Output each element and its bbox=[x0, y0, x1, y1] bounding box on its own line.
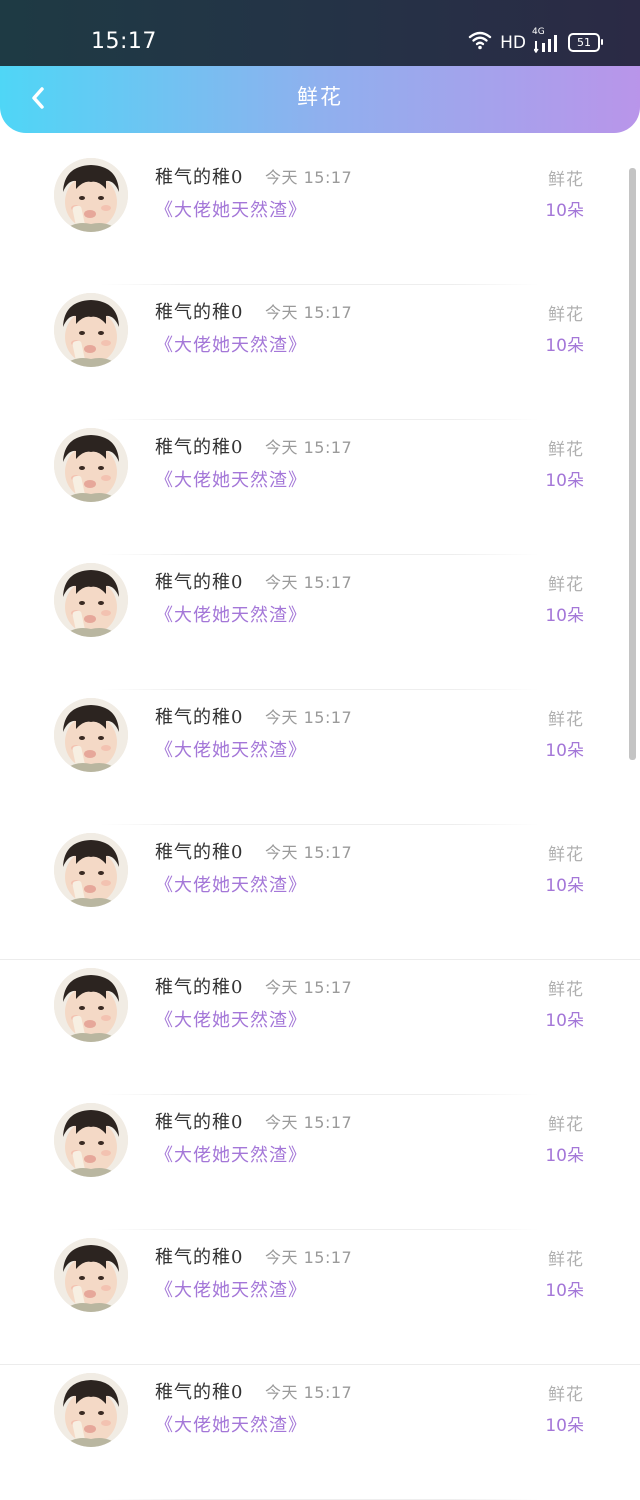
gift-count: 10朵 bbox=[545, 201, 584, 221]
network-label: HD bbox=[500, 32, 526, 53]
top-app-bar: 鲜花 bbox=[0, 66, 640, 133]
list-item[interactable]: 稚气的稚0 今天 15:17 《大佬她天然渣》 鲜花 10朵 bbox=[0, 825, 640, 960]
avatar[interactable] bbox=[54, 158, 128, 232]
list-item[interactable]: 稚气的稚0 今天 15:17 《大佬她天然渣》 鲜花 10朵 bbox=[0, 690, 640, 825]
book-title[interactable]: 《大佬她天然渣》 bbox=[155, 198, 307, 224]
book-title[interactable]: 《大佬她天然渣》 bbox=[155, 468, 307, 494]
book-title[interactable]: 《大佬她天然渣》 bbox=[155, 1278, 307, 1304]
book-title[interactable]: 《大佬她天然渣》 bbox=[155, 1008, 307, 1034]
user-name: 稚气的稚0 bbox=[155, 572, 244, 593]
gift-type: 鲜花 bbox=[548, 305, 584, 325]
list-item[interactable]: 稚气的稚0 今天 15:17 《大佬她天然渣》 鲜花 10朵 bbox=[0, 1095, 640, 1230]
book-title[interactable]: 《大佬她天然渣》 bbox=[155, 1143, 307, 1169]
list-item[interactable]: 稚气的稚0 今天 15:17 《大佬她天然渣》 鲜花 10朵 bbox=[0, 285, 640, 420]
status-bar: 15:17 HD 4G 51 bbox=[0, 0, 640, 66]
list-item[interactable]: 稚气的稚0 今天 15:17 《大佬她天然渣》 鲜花 10朵 bbox=[0, 555, 640, 690]
status-time: 15:17 bbox=[91, 29, 157, 54]
list-item[interactable]: 稚气的稚0 今天 15:17 《大佬她天然渣》 鲜花 10朵 bbox=[0, 1230, 640, 1365]
timestamp: 今天 15:17 bbox=[265, 438, 353, 457]
avatar[interactable] bbox=[54, 1103, 128, 1177]
avatar[interactable] bbox=[54, 1238, 128, 1312]
user-name: 稚气的稚0 bbox=[155, 1112, 244, 1133]
gift-count: 10朵 bbox=[545, 1281, 584, 1301]
avatar[interactable] bbox=[54, 968, 128, 1042]
gift-type: 鲜花 bbox=[548, 1250, 584, 1270]
signal-label: 4G bbox=[532, 26, 545, 37]
user-name: 稚气的稚0 bbox=[155, 302, 244, 323]
gift-count: 10朵 bbox=[545, 741, 584, 761]
status-icons: HD 4G 51 bbox=[468, 27, 603, 55]
list-item[interactable]: 稚气的稚0 今天 15:17 《大佬她天然渣》 鲜花 10朵 bbox=[0, 960, 640, 1095]
timestamp: 今天 15:17 bbox=[265, 843, 353, 862]
gift-count: 10朵 bbox=[545, 876, 584, 896]
user-name: 稚气的稚0 bbox=[155, 437, 244, 458]
list-item[interactable]: 稚气的稚0 今天 15:17 《大佬她天然渣》 鲜花 10朵 bbox=[0, 1365, 640, 1500]
gift-count: 10朵 bbox=[545, 1146, 584, 1166]
gift-count: 10朵 bbox=[545, 606, 584, 626]
avatar[interactable] bbox=[54, 428, 128, 502]
scrollbar[interactable] bbox=[629, 168, 636, 760]
user-name: 稚气的稚0 bbox=[155, 707, 244, 728]
gift-count: 10朵 bbox=[545, 336, 584, 356]
gift-count: 10朵 bbox=[545, 1011, 584, 1031]
user-name: 稚气的稚0 bbox=[155, 167, 244, 188]
timestamp: 今天 15:17 bbox=[265, 978, 353, 997]
user-name: 稚气的稚0 bbox=[155, 977, 244, 998]
gift-count: 10朵 bbox=[545, 1416, 584, 1436]
timestamp: 今天 15:17 bbox=[265, 1248, 353, 1267]
avatar[interactable] bbox=[54, 293, 128, 367]
gift-type: 鲜花 bbox=[548, 710, 584, 730]
gift-type: 鲜花 bbox=[548, 1385, 584, 1405]
list-item[interactable]: 稚气的稚0 今天 15:17 《大佬她天然渣》 鲜花 10朵 bbox=[0, 420, 640, 555]
book-title[interactable]: 《大佬她天然渣》 bbox=[155, 873, 307, 899]
book-title[interactable]: 《大佬她天然渣》 bbox=[155, 738, 307, 764]
user-name: 稚气的稚0 bbox=[155, 842, 244, 863]
timestamp: 今天 15:17 bbox=[265, 1113, 353, 1132]
avatar[interactable] bbox=[54, 1373, 128, 1447]
gift-type: 鲜花 bbox=[548, 440, 584, 460]
avatar[interactable] bbox=[54, 563, 128, 637]
gift-type: 鲜花 bbox=[548, 170, 584, 190]
page-title: 鲜花 bbox=[297, 85, 343, 109]
gift-type: 鲜花 bbox=[548, 980, 584, 1000]
timestamp: 今天 15:17 bbox=[265, 573, 353, 592]
user-name: 稚气的稚0 bbox=[155, 1382, 244, 1403]
timestamp: 今天 15:17 bbox=[265, 1383, 353, 1402]
user-name: 稚气的稚0 bbox=[155, 1247, 244, 1268]
list-item[interactable]: 稚气的稚0 今天 15:17 《大佬她天然渣》 鲜花 10朵 bbox=[0, 150, 640, 285]
signal-icon: 4G bbox=[532, 27, 560, 53]
avatar[interactable] bbox=[54, 833, 128, 907]
gift-count: 10朵 bbox=[545, 471, 584, 491]
timestamp: 今天 15:17 bbox=[265, 168, 353, 187]
timestamp: 今天 15:17 bbox=[265, 708, 353, 727]
timestamp: 今天 15:17 bbox=[265, 303, 353, 322]
gift-record-list[interactable]: 稚气的稚0 今天 15:17 《大佬她天然渣》 鲜花 10朵 稚气的稚0 今天 … bbox=[0, 150, 640, 1500]
book-title[interactable]: 《大佬她天然渣》 bbox=[155, 333, 307, 359]
gift-type: 鲜花 bbox=[548, 845, 584, 865]
battery-indicator: 51 bbox=[568, 33, 603, 52]
gift-type: 鲜花 bbox=[548, 1115, 584, 1135]
book-title[interactable]: 《大佬她天然渣》 bbox=[155, 603, 307, 629]
wifi-icon bbox=[468, 30, 492, 55]
book-title[interactable]: 《大佬她天然渣》 bbox=[155, 1413, 307, 1439]
gift-type: 鲜花 bbox=[548, 575, 584, 595]
avatar[interactable] bbox=[54, 698, 128, 772]
